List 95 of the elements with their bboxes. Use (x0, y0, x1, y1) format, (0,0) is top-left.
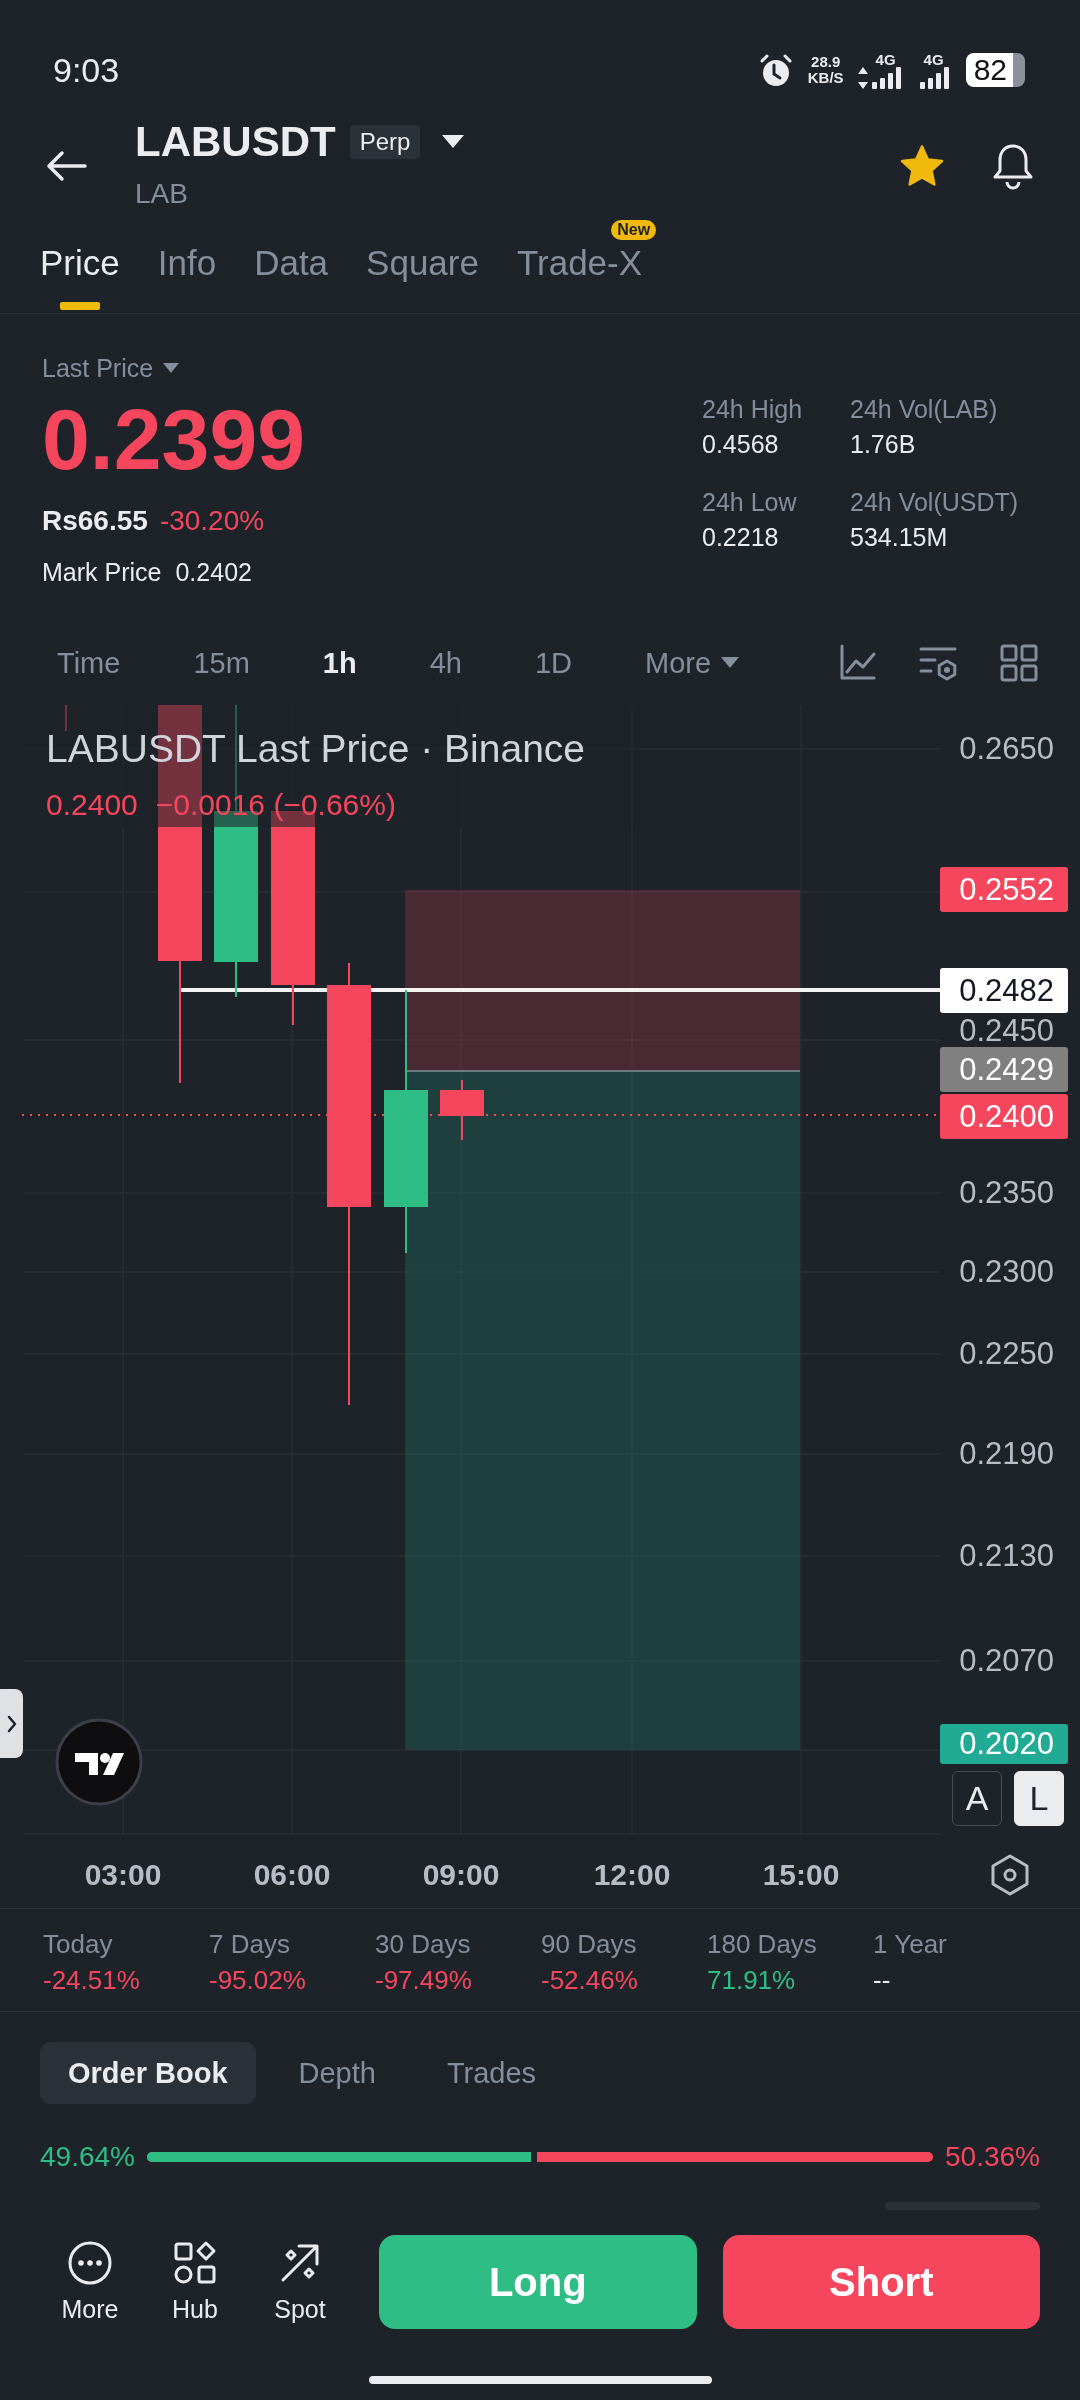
new-badge: New (611, 220, 657, 240)
stat-label: 24h Vol(USDT) (850, 487, 1020, 518)
time-axis-label: 15:00 (761, 1857, 841, 1893)
status-time: 9:03 (53, 50, 120, 90)
legend-title: LABUSDT Last Price · Binance (46, 727, 586, 771)
interval-tab[interactable]: 1D (534, 644, 572, 681)
price-axis-label: 0.2450 (959, 1015, 1054, 1047)
time-axis-label: 03:00 (83, 1857, 163, 1893)
signal-transfer-icon (857, 66, 904, 89)
price-axis-label: 0.2300 (959, 1256, 1054, 1288)
more-icon (67, 2240, 113, 2286)
symbol-title[interactable]: LABUSDT (135, 116, 336, 167)
period-change: -52.46% (541, 1964, 638, 1997)
order-tab[interactable]: Depth (270, 2042, 404, 2104)
interval-tab[interactable]: 1h (322, 644, 357, 681)
sell-ratio-text: 50.36% (945, 2141, 1040, 2173)
interval-tab[interactable]: 4h (429, 644, 462, 681)
legend-price: 0.2400 (46, 788, 138, 822)
shortcut-button[interactable]: More (50, 2240, 130, 2324)
scale-mode-button[interactable]: L (1014, 1771, 1064, 1826)
price-tag: 0.2429 (940, 1047, 1068, 1092)
price-tag: 0.2400 (940, 1094, 1068, 1139)
scale-mode-button[interactable]: A (952, 1771, 1002, 1826)
tab[interactable]: Data (254, 216, 329, 313)
stat-label: 24h Low (702, 487, 798, 518)
period-change: -24.51% (43, 1964, 140, 1997)
network-speed: 28.9 (811, 54, 841, 70)
shortcut-button[interactable]: Spot (260, 2240, 340, 2324)
fiat-price: Rs66.55 (42, 504, 148, 538)
battery-indicator: 82 (965, 53, 1025, 87)
period-label: 7 Days (209, 1928, 290, 1961)
bell-icon[interactable] (991, 142, 1035, 190)
period-label: Today (43, 1928, 113, 1961)
chevron-icon (6, 1714, 17, 1733)
order-tab[interactable]: Trades (418, 2042, 565, 2104)
interval-tab[interactable]: Time (57, 644, 121, 681)
signal-icon (917, 66, 952, 89)
stat-label: 24h High (702, 394, 804, 425)
long-button[interactable]: Long (379, 2235, 697, 2329)
period-label: 30 Days (375, 1928, 471, 1961)
tab[interactable]: Info (157, 216, 217, 313)
apps-icon (172, 2240, 218, 2286)
contract-type-badge: Perp (349, 124, 421, 159)
interval-tab[interactable]: 15m (193, 644, 250, 681)
stat-label: 24h Vol(LAB) (850, 394, 999, 425)
price-axis-label: 0.2350 (959, 1177, 1054, 1209)
period-label: 1 Year (873, 1928, 947, 1961)
candlestick (440, 1079, 484, 1141)
tab[interactable]: Square (366, 216, 479, 313)
stat-value: 534.15M (850, 522, 949, 553)
panel-toggle[interactable] (0, 1689, 23, 1758)
speed-unit: KB/S (807, 70, 844, 86)
logo-icon (55, 1718, 143, 1806)
last-price: 0.2399 (42, 394, 306, 484)
base-asset: LAB (135, 176, 189, 211)
more-menu[interactable]: More (645, 644, 740, 681)
price-axis-label: 0.2130 (959, 1540, 1054, 1572)
star-icon[interactable] (898, 143, 946, 189)
stat-value: 1.76B (850, 429, 917, 460)
grid-icon[interactable] (999, 642, 1039, 683)
shortcut-button[interactable]: Hub (155, 2240, 235, 2324)
network-type: 4G (875, 51, 896, 67)
mark-price-value: 0.2402 (175, 557, 252, 588)
period-label: 180 Days (707, 1928, 817, 1961)
price-axis-label: 0.2650 (959, 733, 1054, 765)
stat-value: 0.4568 (702, 429, 780, 460)
caret-icon (721, 657, 740, 668)
price-tag: 0.2482 (940, 968, 1068, 1013)
caret-icon (163, 363, 180, 373)
caret-icon[interactable] (442, 135, 465, 148)
time-axis-label: 09:00 (421, 1857, 501, 1893)
back-icon[interactable] (45, 150, 87, 182)
price-axis-label: 0.2250 (959, 1338, 1054, 1370)
period-label: 90 Days (541, 1928, 637, 1961)
tab[interactable]: Price (40, 216, 120, 313)
buy-ratio-text: 49.64% (40, 2141, 135, 2173)
order-tab[interactable]: Order Book (40, 2042, 256, 2104)
period-change: 71.91% (707, 1964, 796, 1997)
time-axis-label: 06:00 (252, 1857, 332, 1893)
time-axis-label: 12:00 (592, 1857, 672, 1893)
period-change: -- (873, 1964, 891, 1997)
price-type-selector[interactable]: Last Price (42, 354, 180, 382)
price-axis-label: 0.2070 (959, 1645, 1054, 1677)
price-axis-label: 0.2190 (959, 1438, 1054, 1470)
short-button[interactable]: Short (722, 2235, 1040, 2329)
price-tag: 0.2020 (940, 1724, 1068, 1764)
candlestick (65, 705, 67, 732)
mark-price-label: Mark Price (42, 557, 162, 588)
network-type: 4G (923, 51, 944, 67)
price-tag: 0.2552 (940, 867, 1068, 912)
price-change: -30.20% (159, 504, 265, 538)
legend-change: −0.0016 (−0.66%) (155, 788, 396, 822)
period-change: -97.49% (375, 1964, 472, 1997)
stat-value: 0.2218 (702, 522, 780, 553)
period-change: -95.02% (209, 1964, 306, 1997)
